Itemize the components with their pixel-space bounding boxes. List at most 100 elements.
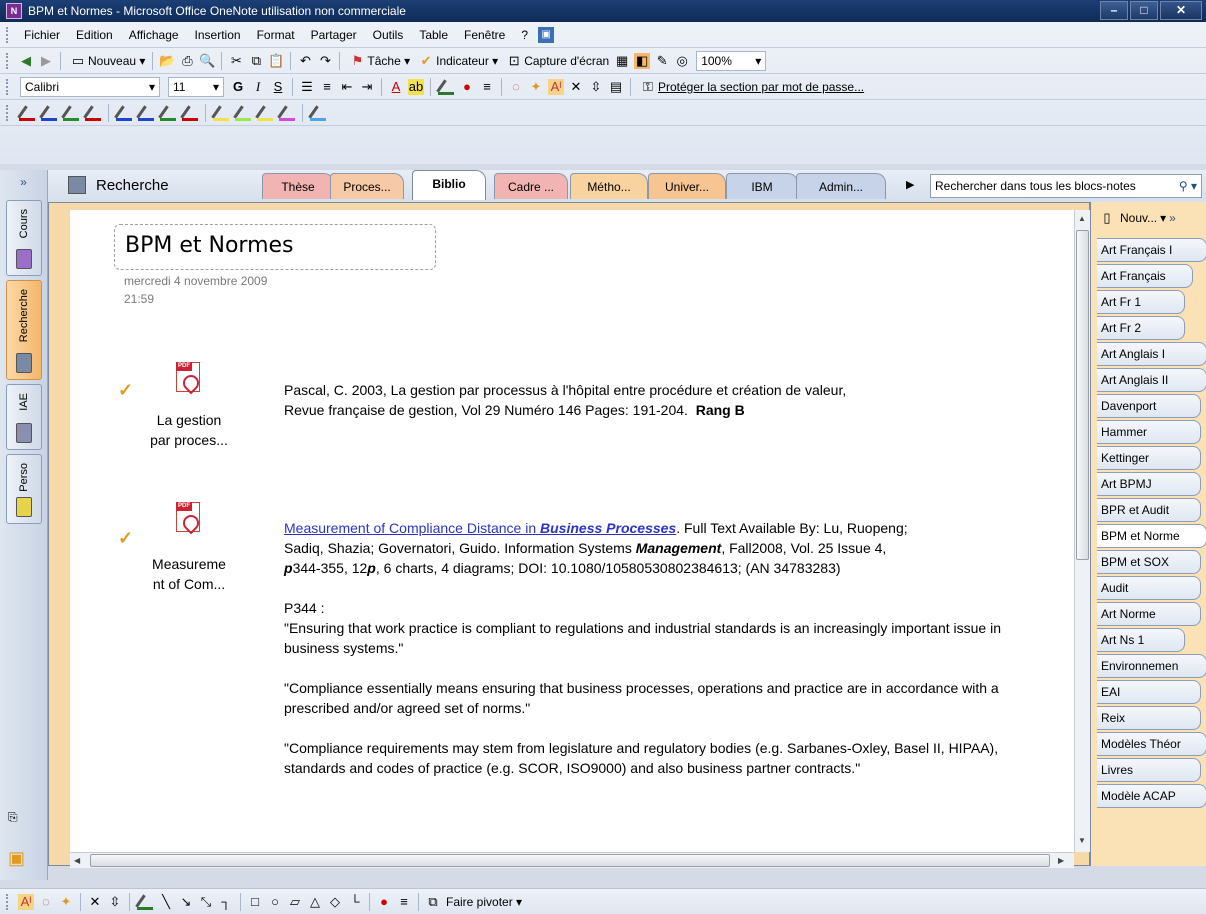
menu-fichier[interactable]: Fichier (16, 28, 68, 42)
triangle-icon[interactable]: △ (307, 894, 323, 910)
page-title[interactable]: BPM et Normes (125, 233, 294, 258)
more-tabs-icon[interactable]: ▶ (906, 178, 914, 191)
tab-biblio[interactable]: Biblio (412, 170, 486, 200)
menu-partager[interactable]: Partager (303, 28, 365, 42)
notebook-perso[interactable]: Perso (6, 454, 42, 524)
page-tab[interactable]: Art Fr 2 (1097, 316, 1185, 340)
graph-icon[interactable]: └ (347, 894, 363, 910)
page-tab[interactable]: BPM et SOX (1097, 550, 1201, 574)
page-tab[interactable]: Art BPMJ (1097, 472, 1201, 496)
grip-icon[interactable] (6, 104, 10, 121)
reference-1[interactable]: Pascal, C. 2003, La gestion par processu… (284, 380, 1004, 420)
forward-icon[interactable]: ▶ (38, 53, 54, 69)
line-icon[interactable]: ╲ (158, 894, 174, 910)
expand-nav-icon[interactable]: » (0, 170, 47, 194)
arrow-icon[interactable]: ↘ (178, 894, 194, 910)
underline-icon[interactable]: S (270, 79, 286, 95)
grip-icon[interactable] (6, 52, 10, 69)
notebook-cours[interactable]: Cours (6, 200, 42, 276)
help-icon[interactable]: ▣ (538, 26, 555, 43)
diamond-icon[interactable]: ◇ (327, 894, 343, 910)
attachment-label[interactable]: Measureme nt of Com... (134, 554, 244, 594)
vertical-scrollbar[interactable]: ▲ ▼ (1074, 210, 1090, 852)
quote-2[interactable]: "Compliance essentially means ensuring t… (284, 678, 1004, 718)
print-preview-icon[interactable]: 🔍 (199, 53, 215, 69)
protect-section-button[interactable]: ⚿ Protéger la section par mot de passe... (635, 76, 867, 98)
rotate-button[interactable]: Faire pivoter ▾ (443, 891, 525, 913)
yellow-highlighter-icon[interactable] (212, 104, 230, 122)
collapse-pane-icon[interactable]: » (1169, 211, 1176, 225)
bullets-icon[interactable]: ☰ (299, 79, 315, 95)
checkmark-icon[interactable]: ✓ (118, 380, 133, 401)
delete-icon[interactable]: ✕ (87, 894, 103, 910)
redo-icon[interactable]: ↷ (317, 53, 333, 69)
unfiled-notes-icon[interactable]: ⎘ (8, 810, 38, 840)
search-box[interactable]: Rechercher dans tous les blocs-notes ⚲ ▾ (930, 174, 1202, 198)
reference-2[interactable]: Measurement of Compliance Distance in Bu… (284, 518, 1004, 798)
full-page-icon[interactable]: ◧ (634, 52, 651, 69)
page-title-box[interactable]: BPM et Normes (114, 224, 436, 270)
quote-1[interactable]: "Ensuring that work practice is complian… (284, 618, 1004, 658)
menu-outils[interactable]: Outils (365, 28, 412, 42)
back-icon[interactable]: ◀ (18, 53, 34, 69)
checkmark-icon[interactable]: ✓ (118, 528, 133, 549)
page-tab[interactable]: Audit (1097, 576, 1201, 600)
blue-pen-icon[interactable] (40, 104, 58, 122)
page-tab[interactable]: Modèle ACAP (1097, 784, 1206, 808)
page-tab[interactable]: Art Anglais I (1097, 342, 1206, 366)
minimize-button[interactable]: – (1100, 1, 1128, 20)
undo-icon[interactable]: ↶ (297, 53, 313, 69)
highlight-icon[interactable]: ab (408, 78, 424, 95)
menu-insertion[interactable]: Insertion (187, 28, 249, 42)
axis-icon[interactable]: ┐ (218, 894, 234, 910)
new-button[interactable]: ▭ Nouveau ▾ (65, 50, 148, 72)
task-button[interactable]: ⚑ Tâche ▾ (344, 50, 413, 72)
scroll-down-icon[interactable]: ▼ (1078, 836, 1086, 845)
double-arrow-icon[interactable]: ⤡ (198, 894, 214, 910)
page-tab[interactable]: Reix (1097, 706, 1201, 730)
tab-these[interactable]: Thèse (262, 173, 334, 199)
zoom-select[interactable]: 100% ▾ (696, 50, 767, 71)
open-icon[interactable]: 📂 (159, 53, 175, 69)
numbering-icon[interactable]: ≡ (319, 79, 335, 95)
attachment-label[interactable]: La gestion par proces... (134, 410, 244, 450)
outdent-icon[interactable]: ⇤ (339, 79, 355, 95)
blue-pen-icon[interactable] (115, 104, 133, 122)
tab-cadre[interactable]: Cadre ... (494, 173, 568, 199)
tab-admin[interactable]: Admin... (796, 173, 886, 199)
green-highlighter-icon[interactable] (234, 104, 252, 122)
red-pen-icon[interactable] (84, 104, 102, 122)
scroll-up-icon[interactable]: ▲ (1078, 214, 1086, 223)
italic-icon[interactable]: I (250, 79, 266, 95)
eraser-icon[interactable]: ✦ (528, 79, 544, 95)
blue-pen-icon[interactable] (137, 104, 155, 122)
page-tab[interactable]: EAI (1097, 680, 1201, 704)
green-pen-icon[interactable] (62, 104, 80, 122)
pink-highlighter-icon[interactable] (278, 104, 296, 122)
all-notebooks-icon[interactable]: ▣ (8, 848, 38, 878)
page-tab[interactable]: Environnemen (1097, 654, 1206, 678)
pen-icon[interactable] (437, 78, 455, 96)
page-tab[interactable]: Art Français (1097, 264, 1193, 288)
menu-affichage[interactable]: Affichage (121, 28, 187, 42)
scroll-thumb[interactable] (1076, 230, 1089, 560)
page-tab[interactable]: Art Anglais II (1097, 368, 1206, 392)
scroll-thumb[interactable] (90, 854, 1050, 867)
maximize-button[interactable]: □ (1130, 1, 1158, 20)
menu-fenetre[interactable]: Fenêtre (456, 28, 513, 42)
scroll-left-icon[interactable]: ◀ (74, 856, 80, 865)
tab-methodo[interactable]: Métho... (570, 173, 648, 199)
page-tab[interactable]: Davenport (1097, 394, 1201, 418)
search-icon[interactable]: ⚲ ▾ (1179, 179, 1197, 193)
ink-to-text-icon[interactable]: Aᴵ (18, 893, 34, 910)
delete-icon[interactable]: ✕ (568, 79, 584, 95)
font-size-select[interactable]: 11 ▾ (168, 76, 224, 97)
line-weight-icon[interactable]: ≡ (479, 79, 495, 95)
quote-3[interactable]: "Compliance requirements may stem from l… (284, 738, 1004, 778)
ink-to-text-icon[interactable]: Aᴵ (548, 78, 564, 95)
tab-univers[interactable]: Univer... (648, 173, 726, 199)
pdf-icon[interactable] (176, 502, 200, 532)
table-icon[interactable]: ▦ (614, 53, 630, 69)
insert-space-icon[interactable]: ⇳ (588, 79, 604, 95)
paste-icon[interactable]: 📋 (268, 53, 284, 69)
